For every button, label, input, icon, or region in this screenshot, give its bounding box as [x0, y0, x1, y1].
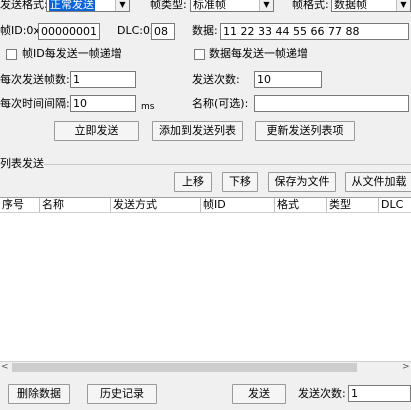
frame-format-label: 帧格式:	[292, 0, 329, 11]
send-format-dropdown[interactable]: 正常发送 ▼	[46, 0, 130, 12]
scroll-left-icon[interactable]: <	[1, 361, 9, 374]
load-from-file-button[interactable]: 从文件加载	[345, 172, 411, 192]
scrollbar-thumb[interactable]	[12, 363, 357, 372]
column-header-name[interactable]: 名称	[40, 198, 111, 212]
header-divider	[0, 212, 411, 213]
send-format-value: 正常发送	[49, 0, 95, 11]
delete-data-button[interactable]: 删除数据	[8, 384, 70, 404]
update-list-item-button[interactable]: 更新发送列表项	[255, 121, 355, 141]
interval-unit: ms	[141, 102, 155, 112]
frame-id-label: 帧ID:0x	[0, 24, 40, 37]
section-divider	[44, 164, 411, 165]
name-input[interactable]	[254, 95, 409, 112]
send-button[interactable]: 发送	[232, 384, 286, 404]
bottom-send-count-input[interactable]: 1	[348, 385, 411, 402]
name-label: 名称(可选):	[192, 97, 249, 110]
column-header-index[interactable]: 序号	[0, 198, 40, 212]
column-header-frame-id[interactable]: 帧ID	[201, 198, 275, 212]
save-to-file-button[interactable]: 保存为文件	[268, 172, 336, 192]
chevron-down-icon: ▼	[115, 0, 129, 11]
column-header-format[interactable]: 格式	[275, 198, 327, 212]
send-format-label: 发送格式:	[0, 0, 48, 11]
data-input[interactable]: 11 22 33 44 55 66 77 88	[220, 23, 409, 40]
data-increment-checkbox[interactable]	[194, 49, 205, 60]
move-up-button[interactable]: 上移	[174, 172, 212, 192]
chevron-down-icon: ▼	[396, 0, 410, 11]
data-label: 数据:	[192, 24, 218, 37]
column-header-type[interactable]: 类型	[327, 198, 379, 212]
frame-type-label: 帧类型:	[150, 0, 187, 11]
frame-format-dropdown[interactable]: 数据帧 ▼	[331, 0, 411, 12]
bottom-send-count-label: 发送次数:	[298, 387, 346, 400]
send-now-button[interactable]: 立即发送	[54, 121, 139, 141]
id-increment-label: 帧ID每发送一帧递增	[22, 47, 122, 60]
scroll-right-icon[interactable]: >	[402, 361, 410, 374]
id-increment-checkbox[interactable]	[6, 49, 17, 60]
frames-per-send-label: 每次发送帧数:	[0, 73, 70, 86]
list-section-title: 列表发送	[0, 157, 44, 170]
frame-type-dropdown[interactable]: 标准帧 ▼	[190, 0, 274, 12]
send-count-label: 发送次数:	[192, 73, 240, 86]
interval-input[interactable]: 10	[70, 95, 136, 112]
data-increment-label: 数据每发送一帧递增	[209, 47, 308, 60]
frames-per-send-input[interactable]: 1	[70, 71, 136, 88]
history-button[interactable]: 历史记录	[87, 384, 157, 404]
move-down-button[interactable]: 下移	[222, 172, 258, 192]
column-header-send-mode[interactable]: 发送方式	[111, 198, 201, 212]
add-to-list-button[interactable]: 添加到发送列表	[152, 121, 243, 141]
dlc-input[interactable]: 08	[151, 23, 175, 40]
frame-id-input[interactable]: 00000001	[38, 23, 100, 40]
send-count-input[interactable]: 10	[254, 71, 322, 88]
send-list-table[interactable]	[0, 197, 411, 362]
interval-label: 每次时间间隔:	[0, 97, 70, 110]
frame-format-value: 数据帧	[334, 0, 367, 11]
column-header-dlc[interactable]: DLC	[379, 198, 411, 212]
frame-type-value: 标准帧	[193, 0, 226, 11]
chevron-down-icon: ▼	[259, 0, 273, 11]
